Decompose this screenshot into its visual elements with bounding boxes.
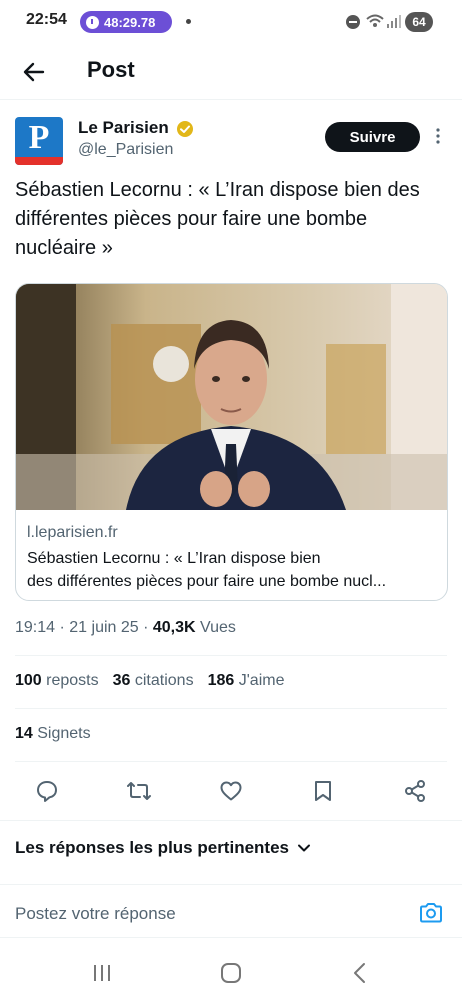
back-button[interactable] xyxy=(18,56,50,88)
views-label: Vues xyxy=(195,619,236,636)
tweet-time: 19:14 xyxy=(15,619,56,636)
share-icon xyxy=(405,780,425,802)
article-image xyxy=(16,284,447,510)
link-preview-card[interactable]: l.leparisien.fr Sébastien Lecornu : « L’… xyxy=(15,283,448,601)
like-button[interactable] xyxy=(216,776,246,806)
follow-button[interactable]: Suivre xyxy=(325,122,420,152)
do-not-disturb-icon xyxy=(346,15,360,29)
action-bar xyxy=(0,776,462,806)
card-domain: l.leparisien.fr xyxy=(27,524,118,541)
quotes-stat[interactable]: 36 citations xyxy=(113,672,194,690)
likes-stat[interactable]: 186 J'aime xyxy=(208,672,285,690)
timer-pill[interactable]: 48:29.78 xyxy=(80,11,172,33)
back-icon xyxy=(354,963,365,983)
like-icon xyxy=(220,781,242,801)
chevron-down-icon xyxy=(297,844,310,852)
recent-apps-button[interactable] xyxy=(82,958,122,988)
reply-icon xyxy=(37,781,57,802)
signal-icon xyxy=(387,15,401,28)
bookmarks-stat[interactable]: 14 Signets xyxy=(15,725,91,743)
replies-sort-label: Les réponses les plus pertinentes xyxy=(15,838,289,857)
card-title: Sébastien Lecornu : « L’Iran dispose bie… xyxy=(27,550,387,590)
divider xyxy=(0,820,462,821)
status-bar: 22:54 48:29.78 64 xyxy=(0,0,462,44)
verified-badge-icon xyxy=(177,121,193,137)
repost-button[interactable] xyxy=(124,776,154,806)
bookmark-icon xyxy=(315,781,331,801)
divider xyxy=(15,655,447,656)
author-handle[interactable]: @le_Parisien xyxy=(78,141,173,159)
arrow-left-icon xyxy=(23,62,45,82)
system-back-button[interactable] xyxy=(340,958,380,988)
replies-sort-dropdown[interactable]: Les réponses les plus pertinentes xyxy=(15,838,311,858)
status-time: 22:54 xyxy=(26,11,67,28)
more-options-icon[interactable] xyxy=(432,126,444,146)
bookmark-button[interactable] xyxy=(308,776,338,806)
home-button[interactable] xyxy=(211,958,251,988)
reposts-stat[interactable]: 100 reposts xyxy=(15,672,99,690)
battery-indicator: 64 xyxy=(405,12,433,32)
wifi-icon xyxy=(366,14,384,27)
recent-apps-icon xyxy=(94,965,110,981)
notification-dot-icon xyxy=(186,19,191,24)
camera-icon[interactable] xyxy=(418,900,444,926)
divider xyxy=(15,708,447,709)
reply-button[interactable] xyxy=(32,776,62,806)
share-button[interactable] xyxy=(400,776,430,806)
home-icon xyxy=(221,963,241,983)
author-name[interactable]: Le Parisien xyxy=(78,118,169,138)
timer-text: 48:29.78 xyxy=(104,14,156,30)
system-nav-bar xyxy=(0,950,462,1000)
divider xyxy=(15,761,447,762)
views-count: 40,3K xyxy=(152,619,196,636)
reply-composer xyxy=(0,884,462,938)
stats-row: 100 reposts 36 citations 186 J'aime xyxy=(15,672,298,690)
stopwatch-icon xyxy=(86,15,99,29)
tweet-meta: 19:14 · 21 juin 25 · 40,3K Vues xyxy=(15,619,236,636)
repost-icon xyxy=(127,782,151,800)
tweet-text: Sébastien Lecornu : « L’Iran dispose bie… xyxy=(15,179,420,259)
reply-input[interactable] xyxy=(15,901,395,927)
page-title: Post xyxy=(87,57,135,82)
le-parisien-logo-icon: P xyxy=(28,119,50,156)
top-header: Post xyxy=(0,44,462,100)
tweet-date[interactable]: 21 juin 25 xyxy=(69,619,138,636)
avatar[interactable]: P xyxy=(15,117,63,165)
